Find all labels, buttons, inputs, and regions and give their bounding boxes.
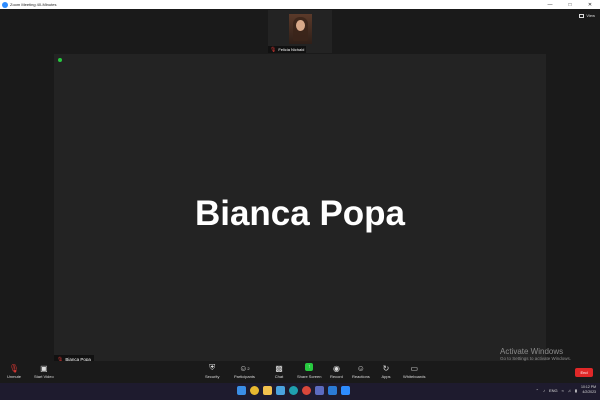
file-explorer-icon[interactable] [263, 386, 272, 395]
record-icon: ◉ [332, 363, 340, 373]
record-button[interactable]: ◉ Record [330, 363, 343, 380]
store-icon[interactable] [315, 386, 324, 395]
reactions-icon: ☺ [356, 363, 365, 373]
maximize-button[interactable]: □ [560, 0, 580, 9]
edge-icon[interactable] [289, 386, 298, 395]
security-button[interactable]: ⛨ Security [205, 363, 219, 379]
apps-button[interactable]: ↻ Apps [381, 363, 391, 380]
chrome-icon[interactable] [250, 386, 259, 395]
end-meeting-button[interactable]: End [575, 368, 593, 377]
apps-icon: ↻ [382, 363, 390, 373]
video-off-icon: ▣ [40, 363, 48, 373]
watermark-title: Activate Windows [500, 347, 564, 356]
muted-mic-icon: 🎙 [270, 46, 277, 53]
microphone-icon[interactable]: ♪ [543, 388, 545, 393]
participant-thumbnail[interactable]: 🎙 Felicia Nichald [268, 10, 332, 53]
activate-windows-watermark: Activate Windows Go to Settings to activ… [500, 347, 571, 361]
chat-icon: ▩ [275, 363, 283, 373]
language-indicator[interactable]: ENG [549, 388, 558, 393]
speaker-display-name: Bianca Popa [194, 194, 406, 233]
start-video-button[interactable]: ▣ Start Video [34, 363, 54, 380]
participants-button[interactable]: ☺ 2 Participants [234, 363, 255, 380]
system-tray: ⌃ ♪ ENG ≈ ♫ ▮ 10:12 PM 4/2/2023 [536, 385, 596, 395]
reactions-button[interactable]: ☺ Reactions [352, 363, 370, 380]
mic-off-icon: 🎙 [8, 363, 20, 373]
participants-icon: ☺ 2 [239, 363, 250, 373]
zoom-taskbar-icon[interactable] [341, 386, 350, 395]
title-bar: Zoom Meeting 40-Minutes — □ ✕ [0, 0, 600, 9]
photos-icon[interactable] [276, 386, 285, 395]
chrome-profile-icon[interactable] [302, 386, 311, 395]
close-button[interactable]: ✕ [580, 0, 600, 9]
share-screen-button[interactable]: ↑ Share Screen [297, 363, 321, 379]
thumbnail-name-tag: 🎙 Felicia Nichald [268, 46, 307, 53]
status-dot-icon [58, 58, 62, 62]
thumbnail-name: Felicia Nichald [278, 47, 305, 52]
share-screen-icon: ↑ [305, 363, 314, 371]
battery-icon[interactable]: ▮ [575, 388, 577, 393]
windows-taskbar: ⌃ ♪ ENG ≈ ♫ ▮ 10:12 PM 4/2/2023 [0, 383, 600, 400]
vscode-icon[interactable] [328, 386, 337, 395]
chat-button[interactable]: ▩ Chat [274, 363, 284, 380]
clock[interactable]: 10:12 PM 4/2/2023 [581, 385, 596, 395]
whiteboard-icon: ▭ [410, 363, 419, 373]
volume-icon[interactable]: ♫ [568, 388, 571, 393]
meeting-toolbar: 🎙 Unmute ▣ Start Video ⛨ Security ☺ 2 Par… [0, 361, 600, 383]
participant-video [289, 14, 312, 44]
zoom-logo-icon [2, 1, 8, 8]
active-speaker-tile: Bianca Popa 🎙 Bianca Popa [54, 54, 546, 364]
taskbar-apps [237, 386, 350, 395]
shield-icon: ⛨ [209, 363, 216, 372]
start-menu-icon[interactable] [237, 386, 246, 395]
grid-view-icon [579, 13, 585, 18]
window-title: Zoom Meeting 40-Minutes [10, 2, 57, 7]
wifi-icon[interactable]: ≈ [562, 388, 564, 393]
minimize-button[interactable]: — [540, 0, 560, 9]
tray-overflow-icon[interactable]: ⌃ [536, 388, 539, 393]
view-label: View [586, 13, 595, 18]
whiteboards-button[interactable]: ▭ Whiteboards [403, 363, 425, 380]
view-button[interactable]: View [579, 13, 595, 18]
unmute-button[interactable]: 🎙 Unmute [7, 363, 21, 380]
clock-date: 4/2/2023 [582, 390, 596, 394]
